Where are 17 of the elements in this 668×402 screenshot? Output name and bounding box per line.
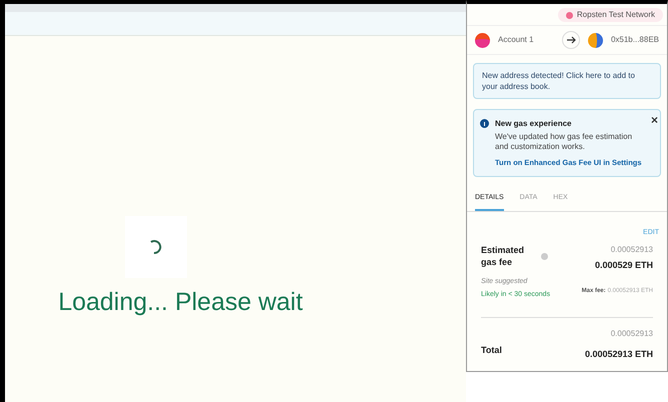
network-pill[interactable]: Ropsten Test Network	[558, 8, 663, 22]
total-eth: 0.00052913 ETH	[584, 348, 653, 361]
address-notice[interactable]: New address detected! Click here to add to your address book.	[473, 63, 661, 99]
spinner-icon	[124, 216, 186, 278]
recipient-address[interactable]: 0x51b...88EB	[610, 34, 659, 46]
total-amount: 0.00052913	[610, 328, 653, 340]
avatar-icon	[588, 32, 603, 48]
loading-text: Loading... Please wait	[58, 287, 303, 318]
close-button[interactable]: ×	[650, 114, 658, 126]
total-label: Total	[481, 344, 502, 357]
gas-fee-amount: 0.00052913	[610, 244, 653, 256]
gas-fee-label: Estimated gas fee	[481, 244, 526, 270]
account-name[interactable]: Account 1	[498, 34, 562, 46]
gas-fee-eth: 0.000529 ETH	[594, 259, 653, 272]
avatar-icon	[475, 32, 490, 48]
gas-notice-title: New gas experience	[495, 118, 572, 130]
gas-notice-body: We've updated how gas fee estimation and customization works.	[495, 132, 634, 152]
